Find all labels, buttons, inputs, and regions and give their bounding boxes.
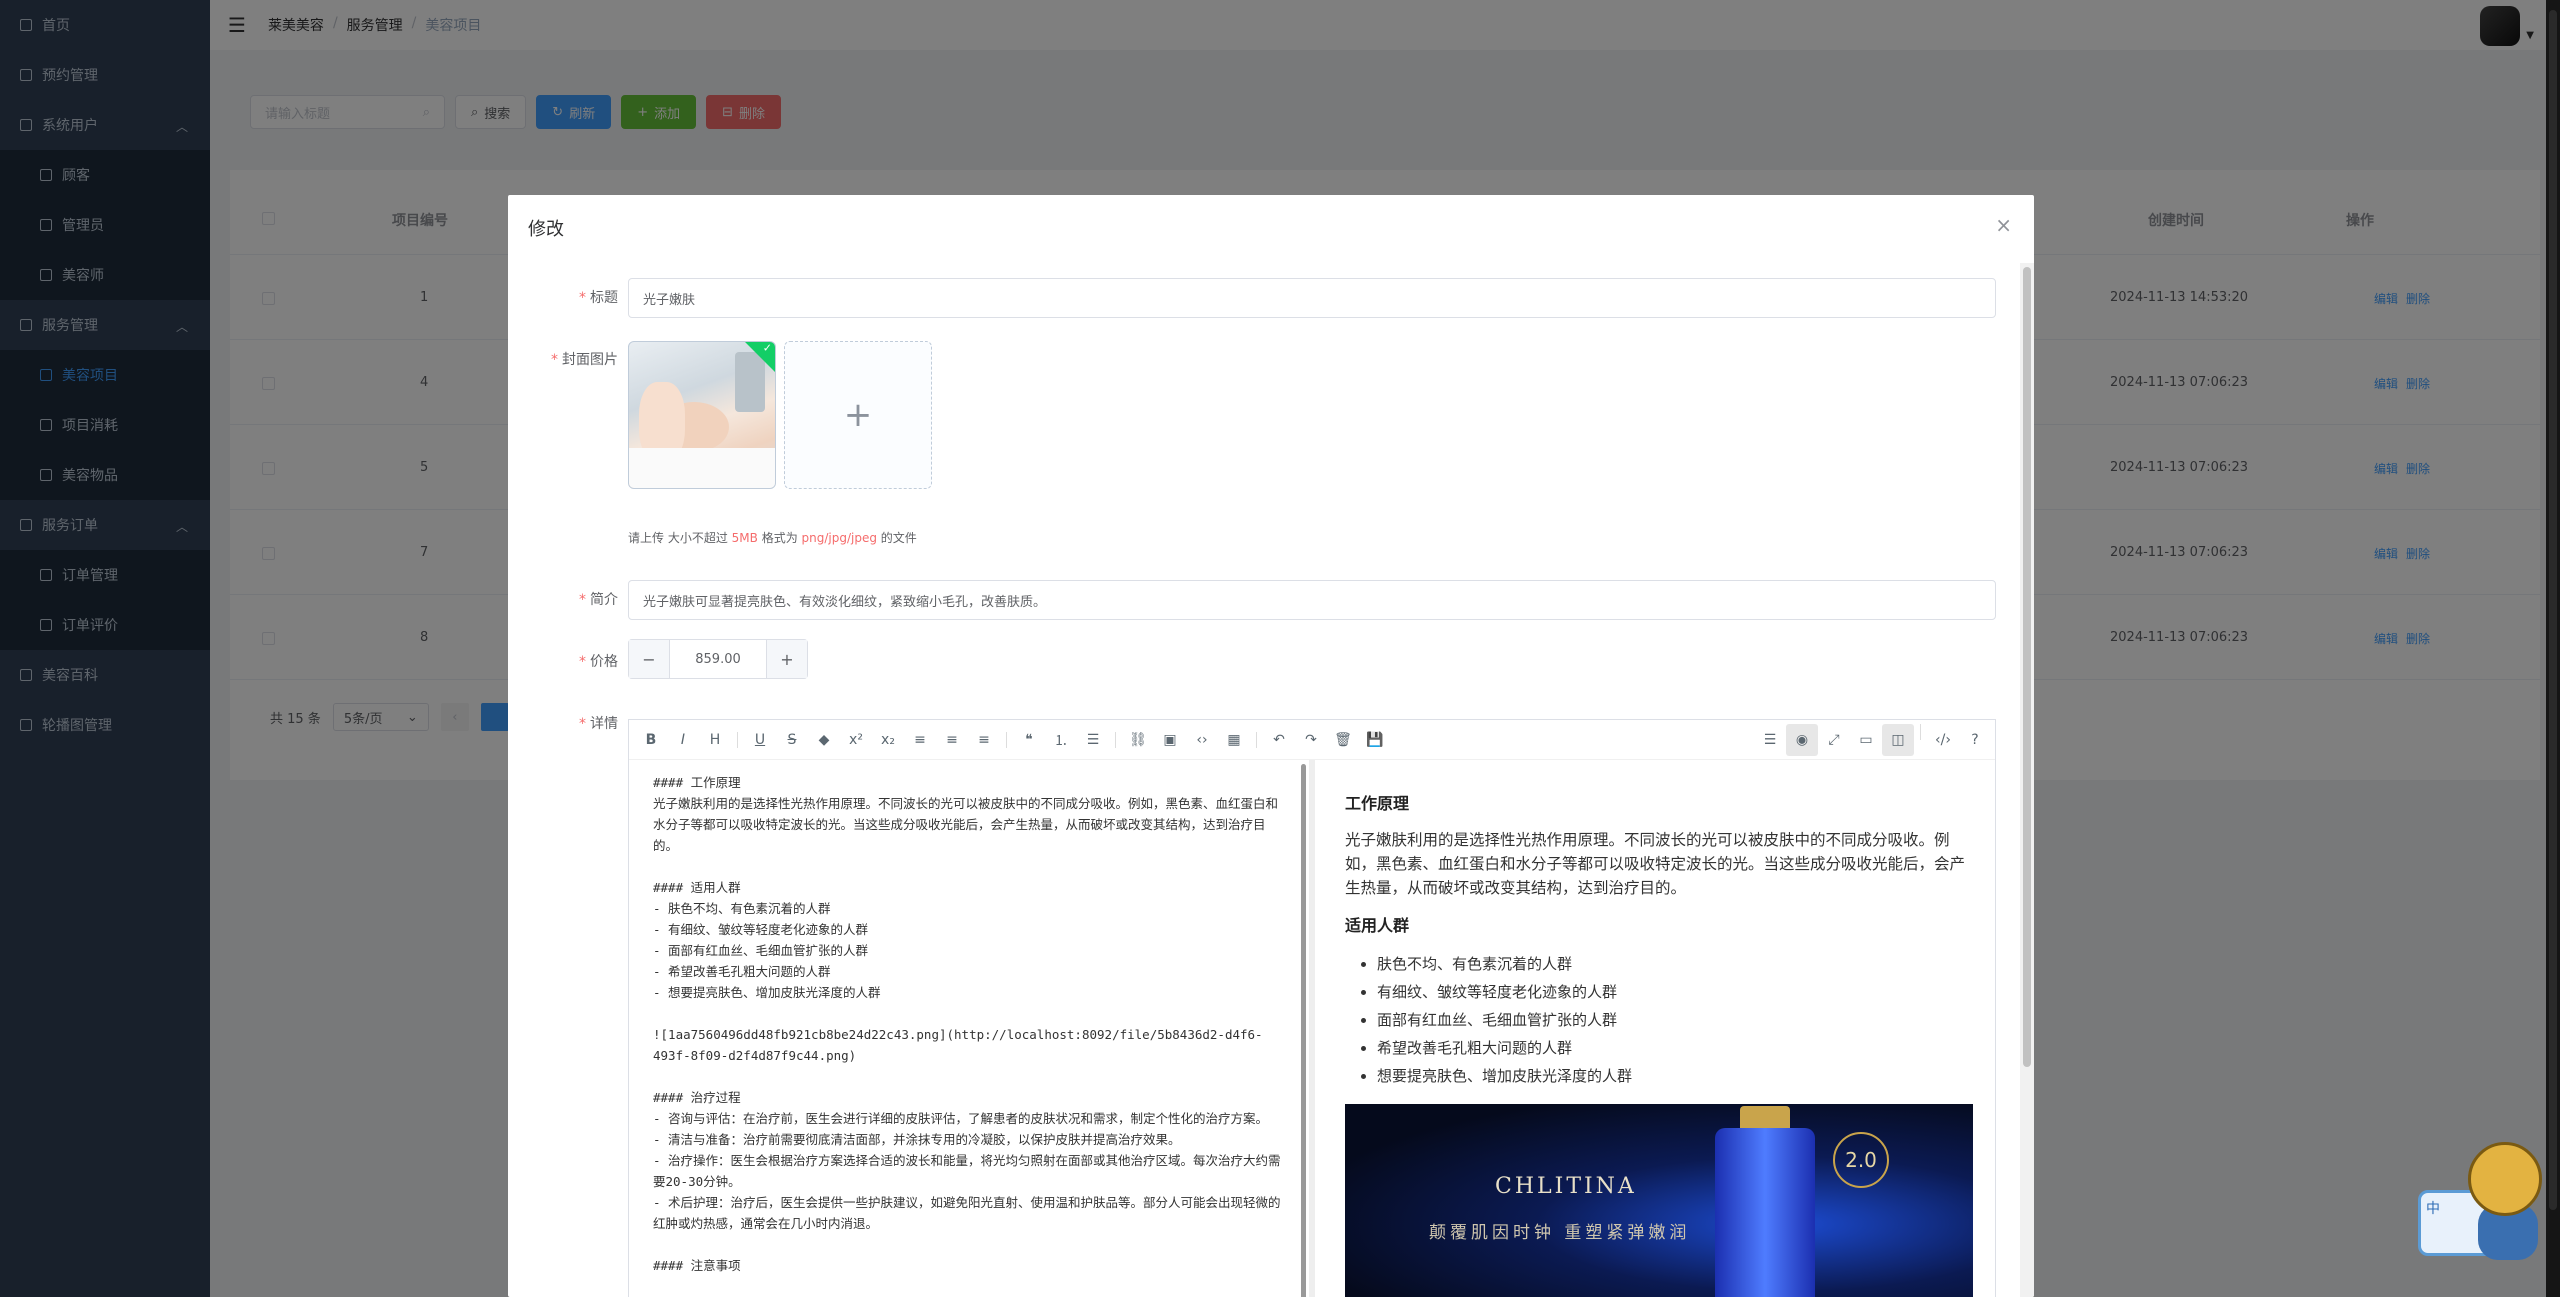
- mascot-label: 中: [2426, 1201, 2440, 1217]
- mascot-icon: [2468, 1142, 2542, 1216]
- html-code-icon[interactable]: ‹/›: [1927, 724, 1959, 756]
- subscript-icon[interactable]: x₂: [872, 724, 904, 756]
- bold-icon[interactable]: B: [635, 724, 667, 756]
- markdown-source-textarea[interactable]: #### 工作原理 光子嫩肤利用的是选择性光热作用原理。不同波长的光可以被皮肤中…: [629, 760, 1309, 1297]
- undo-icon[interactable]: ↶: [1263, 724, 1295, 756]
- close-icon[interactable]: ×: [1995, 213, 2012, 237]
- banner-slogan: 颠覆肌因时钟 重塑紧弹嫩润: [1429, 1223, 1691, 1243]
- editor-toolbar: B I H U S ◆ x² x₂ ≡ ≡ ≡ ❝ ⒈ ☰ ⛓ ▣ ‹› ▦ ↶…: [629, 720, 1995, 760]
- window-icon[interactable]: ▭: [1850, 724, 1882, 756]
- preview-heading: 工作原理: [1345, 794, 1410, 813]
- underline-icon[interactable]: U: [744, 724, 776, 756]
- help-icon[interactable]: ?: [1959, 724, 1991, 756]
- redo-icon[interactable]: ↷: [1295, 724, 1327, 756]
- preview-list-item: 希望改善毛孔粗大问题的人群: [1377, 1034, 1965, 1062]
- price-stepper: − 859.00 +: [628, 639, 808, 679]
- preview-toggle-icon[interactable]: ◉: [1786, 724, 1818, 756]
- plus-icon: +: [843, 395, 873, 435]
- dialog-scrollbar-thumb[interactable]: [2023, 267, 2031, 1067]
- cover-image-thumbnail[interactable]: ✓: [628, 341, 776, 489]
- intro-label: * 简介: [579, 592, 618, 608]
- price-label: * 价格: [579, 654, 618, 670]
- edit-dialog: 修改 × * 标题 光子嫩肤 * 封面图片 ✓ + 请上传 大小不超过 5MB 格式…: [508, 195, 2034, 1297]
- preview-list-item: 想要提亮肤色、增加皮肤光泽度的人群: [1377, 1062, 1965, 1090]
- preview-image: 2.0 CHLITINA 颠覆肌因时钟 重塑紧弹嫩润: [1345, 1104, 1973, 1297]
- detail-label: * 详情: [579, 716, 618, 732]
- banner-brand: CHLITINA: [1495, 1174, 1637, 1199]
- superscript-icon[interactable]: x²: [840, 724, 872, 756]
- upload-tip: 请上传 大小不超过 5MB 格式为 png/jpg/jpeg 的文件: [628, 531, 917, 545]
- price-input[interactable]: 859.00: [669, 640, 767, 678]
- title-input[interactable]: 光子嫩肤: [628, 278, 1996, 318]
- unordered-list-icon[interactable]: ☰: [1077, 724, 1109, 756]
- intro-input[interactable]: 光子嫩肤可显著提亮肤色、有效淡化细纹，紧致缩小毛孔，改善肤质。: [628, 580, 1996, 620]
- strikethrough-icon[interactable]: S: [776, 724, 808, 756]
- title-label: * 标题: [579, 290, 618, 306]
- source-scrollbar-thumb[interactable]: [1301, 764, 1306, 1297]
- split-view-icon[interactable]: ◫: [1882, 724, 1914, 756]
- save-icon[interactable]: 💾: [1359, 724, 1391, 756]
- banner-badge: 2.0: [1833, 1132, 1889, 1188]
- preview-list-item: 有细纹、皱纹等轻度老化迹象的人群: [1377, 978, 1965, 1006]
- markdown-editor: B I H U S ◆ x² x₂ ≡ ≡ ≡ ❝ ⒈ ☰ ⛓ ▣ ‹› ▦ ↶…: [628, 719, 1996, 1297]
- preview-list-item: 肤色不均、有色素沉着的人群: [1377, 950, 1965, 978]
- image-upload-button[interactable]: +: [784, 341, 932, 489]
- link-icon[interactable]: ⛓: [1122, 724, 1154, 756]
- mark-icon[interactable]: ◆: [808, 724, 840, 756]
- align-left-icon[interactable]: ≡: [904, 724, 936, 756]
- ordered-list-icon[interactable]: ⒈: [1045, 724, 1077, 756]
- dialog-title: 修改: [528, 219, 564, 240]
- increase-button[interactable]: +: [767, 640, 807, 678]
- quote-icon[interactable]: ❝: [1013, 724, 1045, 756]
- trash-icon[interactable]: 🗑: [1327, 724, 1359, 756]
- preview-heading: 适用人群: [1345, 916, 1410, 935]
- table-icon[interactable]: ▦: [1218, 724, 1250, 756]
- navigation-icon[interactable]: ☰: [1754, 724, 1786, 756]
- heading-icon[interactable]: H: [699, 724, 731, 756]
- title-input-value: 光子嫩肤: [643, 292, 696, 308]
- preview-list: 肤色不均、有色素沉着的人群有细纹、皱纹等轻度老化迹象的人群面部有红血丝、毛细血管…: [1345, 950, 1965, 1090]
- decrease-button[interactable]: −: [629, 640, 669, 678]
- align-right-icon[interactable]: ≡: [968, 724, 1000, 756]
- intro-input-value: 光子嫩肤可显著提亮肤色、有效淡化细纹，紧致缩小毛孔，改善肤质。: [643, 594, 1047, 610]
- markdown-preview: 工作原理 光子嫩肤利用的是选择性光热作用原理。不同波长的光可以被皮肤中的不同成分…: [1315, 760, 1995, 1297]
- fullscreen-icon[interactable]: ⤢: [1818, 724, 1850, 756]
- italic-icon[interactable]: I: [667, 724, 699, 756]
- cover-label: * 封面图片: [551, 352, 618, 368]
- preview-list-item: 面部有红血丝、毛细血管扩张的人群: [1377, 1006, 1965, 1034]
- preview-paragraph: 光子嫩肤利用的是选择性光热作用原理。不同波长的光可以被皮肤中的不同成分吸收。例如…: [1345, 831, 1966, 897]
- align-center-icon[interactable]: ≡: [936, 724, 968, 756]
- mascot-widget[interactable]: 中: [2418, 1140, 2546, 1262]
- image-icon[interactable]: ▣: [1154, 724, 1186, 756]
- code-icon[interactable]: ‹›: [1186, 724, 1218, 756]
